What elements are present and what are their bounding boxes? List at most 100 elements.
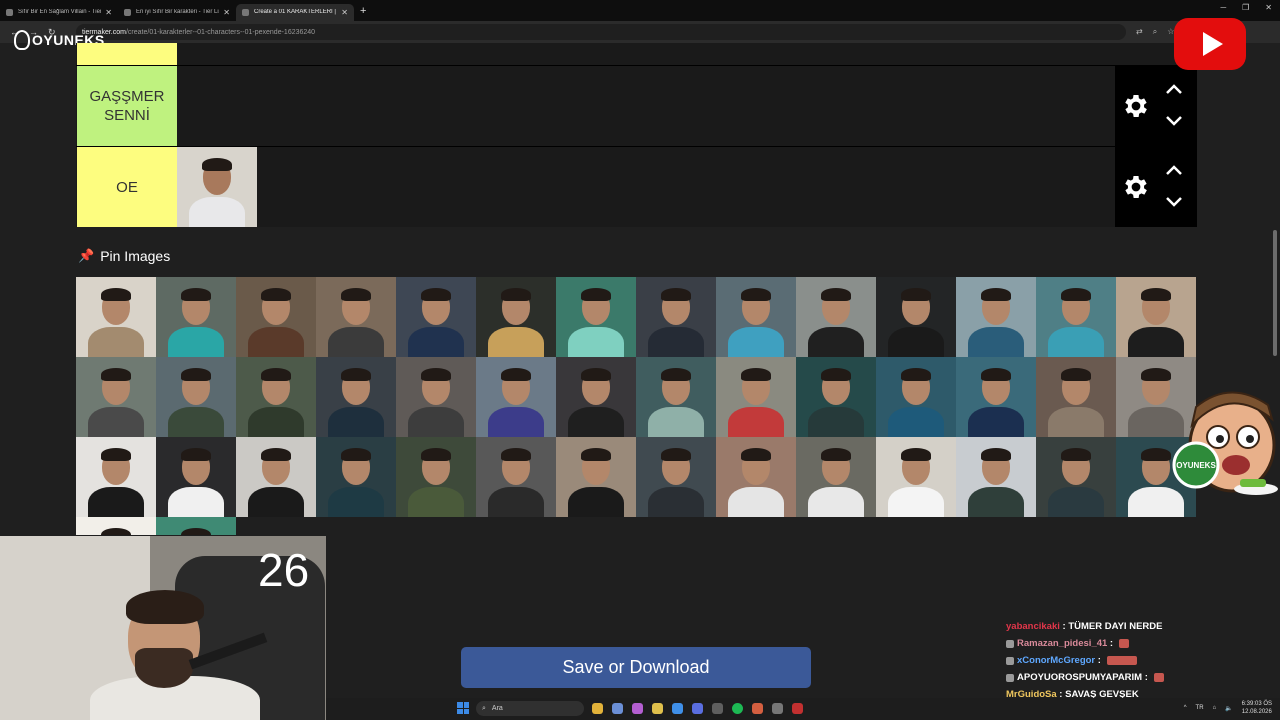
browser-tab-3[interactable]: Create a 01 KARAKTERLERİ | 01 ✕ [236, 3, 354, 21]
pool-image[interactable] [1116, 277, 1196, 357]
zoom-icon[interactable]: ⌕ [1153, 27, 1157, 37]
chrome-icon[interactable] [592, 703, 603, 714]
chat-message: APOYUOROSPUMYAPARIM : [1006, 669, 1246, 686]
close-tab-icon[interactable]: ✕ [341, 8, 348, 17]
pool-image[interactable] [876, 277, 956, 357]
pool-image[interactable] [156, 437, 236, 517]
chrome-icon[interactable] [752, 703, 763, 714]
chat-badge-icon [1006, 673, 1014, 682]
tier-items[interactable] [177, 66, 1115, 146]
chevron-up-icon[interactable]: ^ [1184, 705, 1187, 711]
app-icon[interactable] [772, 703, 783, 714]
pool-image[interactable] [1036, 277, 1116, 357]
edge-icon[interactable] [672, 703, 683, 714]
pool-image[interactable] [76, 277, 156, 357]
minimize-icon[interactable]: ─ [1220, 3, 1226, 12]
close-window-icon[interactable]: ✕ [1265, 3, 1272, 12]
close-tab-icon[interactable]: ✕ [105, 8, 112, 17]
network-icon[interactable]: ⌂ [1213, 705, 1217, 711]
pool-image[interactable] [1036, 357, 1116, 437]
spotify-icon[interactable] [732, 703, 743, 714]
tier-items[interactable] [177, 43, 1115, 65]
webcam-counter: 26 [258, 544, 310, 596]
pool-image[interactable] [236, 357, 316, 437]
taskbar-clock[interactable]: 6:39:03 ÖS 12.08.2026 [1242, 700, 1272, 716]
windows-start-icon[interactable] [457, 702, 469, 714]
pool-image[interactable] [316, 357, 396, 437]
pushpin-icon[interactable]: 📌 [78, 248, 94, 264]
tier-items[interactable] [177, 147, 1115, 227]
pool-image[interactable] [556, 357, 636, 437]
pool-image[interactable] [716, 357, 796, 437]
browser-tab-2[interactable]: En iyi Sıfır Bir karakteri - Tier Lis ✕ [118, 4, 236, 21]
move-up-icon[interactable] [1165, 82, 1183, 96]
pool-image[interactable] [476, 437, 556, 517]
clock-time: 6:39:03 ÖS [1241, 701, 1272, 707]
pool-image[interactable] [636, 277, 716, 357]
settings-gear-icon[interactable] [1121, 91, 1151, 121]
chat-username: APOYUOROSPUMYAPARIM [1017, 672, 1143, 683]
steam-icon[interactable] [712, 703, 723, 714]
move-down-icon[interactable] [1165, 195, 1183, 209]
pool-image[interactable] [876, 357, 956, 437]
pool-image[interactable] [716, 277, 796, 357]
tier-controls [1115, 66, 1197, 146]
pool-image[interactable] [76, 437, 156, 517]
pool-image[interactable] [556, 277, 636, 357]
pool-image[interactable] [476, 277, 556, 357]
translate-icon[interactable]: ⇄ [1136, 27, 1143, 37]
close-tab-icon[interactable]: ✕ [223, 8, 230, 17]
pool-image[interactable] [156, 517, 236, 535]
url-input[interactable]: tiermaker.com/create/01-karakterler--01-… [76, 24, 1126, 40]
tier-label[interactable]: OE [77, 147, 177, 227]
pool-image[interactable] [396, 277, 476, 357]
tier-label[interactable]: GAŞŞMER SENNİ [77, 66, 177, 146]
language-indicator[interactable]: TR [1196, 705, 1204, 711]
file-explorer-icon[interactable] [652, 703, 663, 714]
move-down-icon[interactable] [1165, 114, 1183, 128]
pool-image[interactable] [796, 357, 876, 437]
taskbar-search-input[interactable]: ⌕ Ara [476, 701, 584, 716]
pin-images-title: Pin Images [100, 248, 171, 264]
volume-icon[interactable]: 🔈 [1225, 705, 1232, 712]
settings-gear-icon[interactable] [1121, 172, 1151, 202]
pool-image[interactable] [636, 437, 716, 517]
move-up-icon[interactable] [1165, 163, 1183, 177]
browser-tab-1[interactable]: Sıfır Bir En Sağlam Villain - Tier ✕ [0, 4, 118, 21]
app-icon[interactable] [632, 703, 643, 714]
tab-title: En iyi Sıfır Bir karakteri - Tier Lis [136, 9, 220, 15]
pool-image[interactable] [156, 277, 236, 357]
pool-image[interactable] [956, 277, 1036, 357]
pool-image[interactable] [796, 437, 876, 517]
obs-icon[interactable] [792, 703, 803, 714]
pool-image[interactable] [876, 437, 956, 517]
app-icon[interactable] [612, 703, 623, 714]
tier-row-partial [76, 43, 1197, 65]
pool-image[interactable] [956, 437, 1036, 517]
pool-image[interactable] [1036, 437, 1116, 517]
pool-image[interactable] [316, 277, 396, 357]
pool-image[interactable] [236, 437, 316, 517]
pool-image[interactable] [476, 357, 556, 437]
pool-image[interactable] [76, 357, 156, 437]
discord-icon[interactable] [692, 703, 703, 714]
pool-image[interactable] [716, 437, 796, 517]
tier-item-image[interactable] [177, 147, 257, 227]
pool-image[interactable] [316, 437, 396, 517]
page-scrollbar[interactable] [1273, 230, 1277, 356]
pool-image[interactable] [76, 517, 156, 535]
pool-image[interactable] [556, 437, 636, 517]
pool-image[interactable] [396, 437, 476, 517]
mascot-label: OYUNEKS [1176, 461, 1216, 470]
pool-image[interactable] [636, 357, 716, 437]
save-or-download-button[interactable]: Save or Download [461, 647, 811, 688]
maximize-icon[interactable]: ❐ [1242, 3, 1249, 12]
new-tab-button[interactable]: + [360, 5, 366, 17]
pool-image[interactable] [236, 277, 316, 357]
pool-image[interactable] [796, 277, 876, 357]
pool-image[interactable] [156, 357, 236, 437]
tab-title: Sıfır Bir En Sağlam Villain - Tier [18, 9, 102, 15]
pool-image[interactable] [956, 357, 1036, 437]
tab-title: Create a 01 KARAKTERLERİ | 01 [254, 9, 338, 15]
pool-image[interactable] [396, 357, 476, 437]
